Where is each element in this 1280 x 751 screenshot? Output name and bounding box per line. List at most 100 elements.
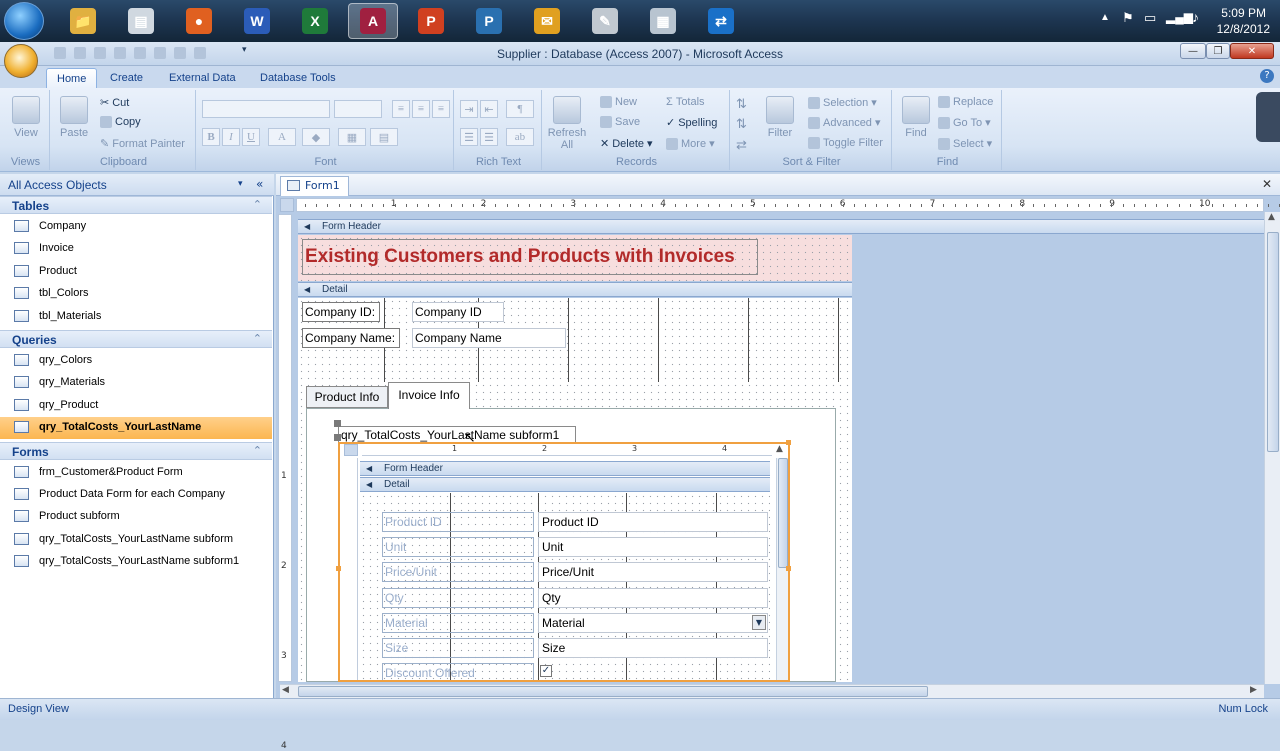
combo-dropdown-icon[interactable]: ▼ xyxy=(752,614,766,630)
totals-button[interactable]: Σ Totals xyxy=(666,96,705,108)
nav-header[interactable]: All Access Objects ▾ « xyxy=(0,174,274,196)
nav-item[interactable]: qry_Materials xyxy=(0,372,272,394)
subform-vscroll-thumb[interactable] xyxy=(778,458,788,568)
spelling-button[interactable]: ✓ Spelling xyxy=(666,116,717,130)
redo-icon[interactable] xyxy=(94,47,106,59)
align-left-icon[interactable]: ≡ xyxy=(392,100,410,118)
open-icon[interactable] xyxy=(114,47,126,59)
company-name-textbox[interactable]: Company Name xyxy=(412,328,566,348)
nav-item[interactable]: Product Data Form for each Company xyxy=(0,484,272,506)
delete-button[interactable]: ✕ Delete ▾ xyxy=(600,137,653,151)
clear-sort-icon[interactable]: ⇄ xyxy=(736,137,747,153)
code-icon[interactable] xyxy=(194,47,206,59)
company-name-label[interactable]: Company Name: xyxy=(302,328,400,348)
vertical-scrollbar[interactable]: ▲ xyxy=(1264,212,1280,684)
sub-field-label[interactable]: Unit xyxy=(382,537,534,558)
taskbar-app[interactable]: ▦ xyxy=(638,3,688,39)
nav-item[interactable]: frm_Customer&Product Form xyxy=(0,462,272,484)
format-painter-button[interactable]: ✎ Format Painter xyxy=(100,137,185,151)
teamviewer-panel-tab[interactable] xyxy=(1256,92,1280,142)
save-record-button[interactable]: Save xyxy=(600,116,640,128)
tab-product-info[interactable]: Product Info xyxy=(306,386,388,408)
scroll-left-icon[interactable]: ◀ xyxy=(282,685,289,695)
nav-item[interactable]: Product subform xyxy=(0,506,272,528)
taskbar-app[interactable]: P xyxy=(464,3,514,39)
bullets-icon[interactable]: ☰ xyxy=(480,128,498,146)
shutter-bar-close-icon[interactable]: « xyxy=(256,177,263,191)
action-center-icon[interactable]: ⚑ xyxy=(1122,10,1134,26)
nav-item[interactable]: qry_Product xyxy=(0,395,272,417)
refresh-all-button[interactable]: Refresh All xyxy=(548,96,586,151)
form-icon[interactable] xyxy=(154,47,166,59)
move-handle[interactable] xyxy=(334,434,341,441)
taskbar-app[interactable]: A xyxy=(348,3,398,39)
taskbar-app[interactable]: ▤ xyxy=(116,3,166,39)
sub-field-label[interactable]: Discount Offered xyxy=(382,663,534,680)
bold-icon[interactable]: B xyxy=(202,128,220,146)
paste-button[interactable]: Paste xyxy=(60,96,88,139)
nav-item[interactable]: Company xyxy=(0,216,272,238)
collapse-icon[interactable]: ⌃ xyxy=(253,332,262,345)
nav-section-tables[interactable]: Tables ⌃ xyxy=(0,196,272,214)
nav-item[interactable]: Invoice xyxy=(0,238,272,260)
sort-ascending-icon[interactable]: ⇅ xyxy=(736,96,747,112)
taskbar-app[interactable]: X xyxy=(290,3,340,39)
align-center-icon[interactable]: ≡ xyxy=(412,100,430,118)
copy-button[interactable]: Copy xyxy=(100,116,141,128)
help-icon[interactable]: ? xyxy=(1260,69,1274,83)
resize-handle[interactable] xyxy=(336,566,341,571)
indent-increase-icon[interactable]: ⇥ xyxy=(460,100,478,118)
taskbar-app[interactable]: ✉ xyxy=(522,3,572,39)
tab-invoice-info[interactable]: Invoice Info xyxy=(388,382,470,409)
subform-control[interactable]: 1 2 3 4 ▲ Form Header Detail Product IDProd… xyxy=(338,442,790,682)
italic-icon[interactable]: I xyxy=(222,128,240,146)
collapse-icon[interactable]: ⌃ xyxy=(253,198,262,211)
title-label[interactable]: Existing Customers and Products with Inv… xyxy=(302,239,758,275)
replace-button[interactable]: Replace xyxy=(938,96,993,108)
indent-decrease-icon[interactable]: ⇤ xyxy=(480,100,498,118)
underline-icon[interactable]: U xyxy=(242,128,260,146)
taskbar-app[interactable]: ⇄ xyxy=(696,3,746,39)
find-button[interactable]: Find xyxy=(902,96,930,139)
move-handle[interactable] xyxy=(334,420,341,427)
more-button[interactable]: More ▾ xyxy=(666,137,715,150)
sub-field-textbox[interactable]: Unit xyxy=(538,537,768,558)
taskbar-app[interactable]: ● xyxy=(174,3,224,39)
taskbar-app[interactable]: ✎ xyxy=(580,3,630,39)
align-right-icon[interactable]: ≡ xyxy=(432,100,450,118)
horizontal-scrollbar[interactable]: ◀ ▶ xyxy=(280,684,1264,698)
collapse-icon[interactable]: ⌃ xyxy=(253,444,262,457)
clock-date[interactable]: 12/8/2012 xyxy=(1217,22,1270,36)
properties-icon[interactable] xyxy=(134,47,146,59)
sub-field-textbox[interactable]: Product ID xyxy=(538,512,768,532)
nav-section-queries[interactable]: Queries ⌃ xyxy=(0,330,272,348)
sub-form-header-band[interactable]: Form Header xyxy=(360,461,770,476)
selection-button[interactable]: Selection ▾ xyxy=(808,96,877,109)
clock-time[interactable]: 5:09 PM xyxy=(1221,6,1266,20)
sub-field-textbox[interactable]: Size xyxy=(538,638,768,658)
close-button[interactable]: ✕ xyxy=(1230,43,1274,59)
tab-external-data[interactable]: External Data xyxy=(159,68,246,88)
sub-field-textbox[interactable]: Qty xyxy=(538,587,768,608)
close-document-icon[interactable]: ✕ xyxy=(1262,177,1272,191)
start-button[interactable] xyxy=(4,2,44,40)
select-button[interactable]: Select ▾ xyxy=(938,137,992,150)
sub-detail-band[interactable]: Detail xyxy=(360,477,770,492)
filter-button[interactable]: Filter xyxy=(766,96,794,139)
resize-handle[interactable] xyxy=(786,440,791,445)
restore-button[interactable]: ❐ xyxy=(1206,43,1230,59)
advanced-button[interactable]: Advanced ▾ xyxy=(808,116,880,129)
sub-field-label[interactable]: Price/Unit xyxy=(382,562,534,583)
doc-tab-form1[interactable]: Form1 xyxy=(280,176,349,196)
office-button[interactable] xyxy=(4,44,38,78)
sub-field-label[interactable]: Product ID xyxy=(382,512,534,532)
highlight-icon[interactable]: ab xyxy=(506,128,534,146)
tab-home[interactable]: Home xyxy=(46,68,98,88)
save-icon[interactable] xyxy=(54,47,66,59)
nav-item[interactable]: tbl_Materials xyxy=(0,306,272,328)
nav-dropdown-icon[interactable]: ▾ xyxy=(238,179,243,189)
gridlines-icon[interactable]: ▦ xyxy=(338,128,366,146)
taskbar-app[interactable]: P xyxy=(406,3,456,39)
nav-section-forms[interactable]: Forms ⌃ xyxy=(0,441,272,460)
customize-toolbar-icon[interactable]: ▾ xyxy=(242,45,247,55)
